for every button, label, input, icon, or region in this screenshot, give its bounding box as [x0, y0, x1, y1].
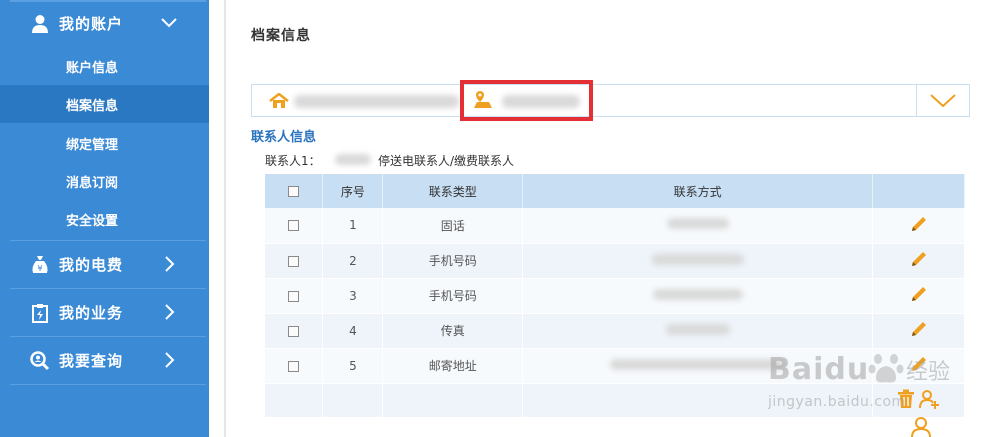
chevron-down-icon: [930, 93, 956, 107]
svg-text:¥: ¥: [37, 264, 42, 273]
table-row: 4 传真: [265, 313, 965, 349]
column-header: 序号: [322, 174, 384, 208]
home-icon: [269, 93, 289, 108]
search-icon: [29, 350, 51, 372]
paw-icon: [868, 354, 904, 383]
user-icon: [29, 13, 51, 35]
sidebar-nav: 我的账户 账户信息 档案信息 绑定管理 消息订阅 安全设置 ¥ 我的电费 我的业…: [0, 0, 209, 437]
watermark-suffix: 经验: [906, 360, 951, 385]
contact-type-cell: 固话: [382, 208, 524, 244]
nav-group-label: 我的账户: [59, 15, 124, 33]
contact-method-cell: [522, 313, 874, 349]
sidebar-item-label: 消息订阅: [66, 175, 119, 191]
edit-pencil-icon[interactable]: [909, 249, 929, 269]
sidebar-item-label: 档案信息: [66, 98, 119, 114]
row-number: 2: [322, 243, 384, 279]
select-all-checkbox[interactable]: [288, 186, 300, 197]
page-title: 档案信息: [251, 28, 311, 44]
row-number: 5: [322, 348, 384, 384]
sidebar-item-label: 安全设置: [66, 213, 119, 229]
contact-type-cell: 邮寄地址: [382, 348, 524, 384]
row-number: 3: [322, 278, 384, 314]
action-cell: [872, 243, 965, 279]
watermark-brand: Baidu: [768, 352, 870, 387]
sidebar-item-message-subscription[interactable]: 消息订阅: [0, 162, 209, 200]
nav-group-label: 我的业务: [59, 304, 124, 322]
column-header: 联系类型: [382, 174, 524, 208]
dropdown-toggle[interactable]: [916, 85, 969, 116]
row-checkbox[interactable]: [288, 290, 300, 302]
column-header: [872, 174, 965, 208]
sidebar-item-label: 账户信息: [66, 60, 119, 76]
redacted-address: [294, 95, 459, 108]
contact-summary: 联系人1： 停送电联系人/缴费联系人: [265, 152, 514, 169]
panel-divider: [224, 0, 226, 437]
table-row: 2 手机号码: [265, 243, 965, 279]
column-header: 联系方式: [522, 174, 874, 208]
contact-method-cell: [522, 243, 874, 279]
nav-group-my-bills[interactable]: ¥ 我的电费: [10, 241, 206, 288]
sidebar-item-label: 绑定管理: [66, 137, 119, 153]
chevron-down-icon: [161, 18, 177, 28]
action-cell: [872, 278, 965, 314]
contact-type-cell: 手机号码: [382, 243, 524, 279]
row-checkbox[interactable]: [288, 255, 300, 267]
table-header-row: 序号 联系类型 联系方式: [265, 174, 965, 208]
account-selector[interactable]: [251, 84, 970, 117]
sidebar-item-security-settings[interactable]: 安全设置: [0, 200, 209, 238]
edit-pencil-icon[interactable]: [909, 214, 929, 234]
table-row: 3 手机号码: [265, 278, 965, 314]
chevron-right-icon: [165, 304, 175, 320]
sidebar-divider: [10, 384, 206, 385]
row-checkbox[interactable]: [288, 360, 300, 372]
sidebar-item-archive-info[interactable]: 档案信息: [0, 85, 209, 123]
redacted-contact-name: [335, 154, 371, 165]
contact-method-cell: [522, 208, 874, 244]
row-checkbox[interactable]: [288, 220, 300, 232]
money-bag-icon: ¥: [29, 254, 51, 276]
nav-group-label: 我要查询: [59, 352, 124, 370]
nav-group-my-business[interactable]: 我的业务: [10, 289, 206, 336]
watermark-url: jingyan.baidu.com: [768, 394, 906, 410]
baidu-jingyan-watermark: Baidu 经验 jingyan.baidu.com: [768, 352, 950, 422]
nav-group-my-account[interactable]: 我的账户: [10, 0, 206, 47]
clipboard-icon: [29, 302, 51, 324]
row-number: 4: [322, 313, 384, 349]
contact-type: 停送电联系人/缴费联系人: [378, 154, 515, 168]
edit-pencil-icon[interactable]: [909, 319, 929, 339]
nav-group-label: 我的电费: [59, 256, 124, 274]
action-cell: [872, 313, 965, 349]
contact-label: 联系人1：: [265, 154, 321, 168]
chevron-right-icon: [165, 352, 175, 368]
contact-method-cell: [522, 278, 874, 314]
section-title: 联系人信息: [251, 130, 317, 145]
row-number: 1: [322, 208, 384, 244]
highlight-box: [460, 80, 593, 121]
edit-pencil-icon[interactable]: [909, 284, 929, 304]
nav-group-query[interactable]: 我要查询: [10, 337, 206, 384]
contact-type-cell: 传真: [382, 313, 524, 349]
table-row: 1 固话: [265, 208, 965, 244]
contact-type-cell: 手机号码: [382, 278, 524, 314]
row-checkbox[interactable]: [288, 325, 300, 337]
action-cell: [872, 208, 965, 244]
sidebar-item-binding-management[interactable]: 绑定管理: [0, 124, 209, 162]
chevron-right-icon: [165, 256, 175, 272]
select-all-cell: [265, 174, 324, 208]
sidebar-item-account-info[interactable]: 账户信息: [0, 47, 209, 85]
